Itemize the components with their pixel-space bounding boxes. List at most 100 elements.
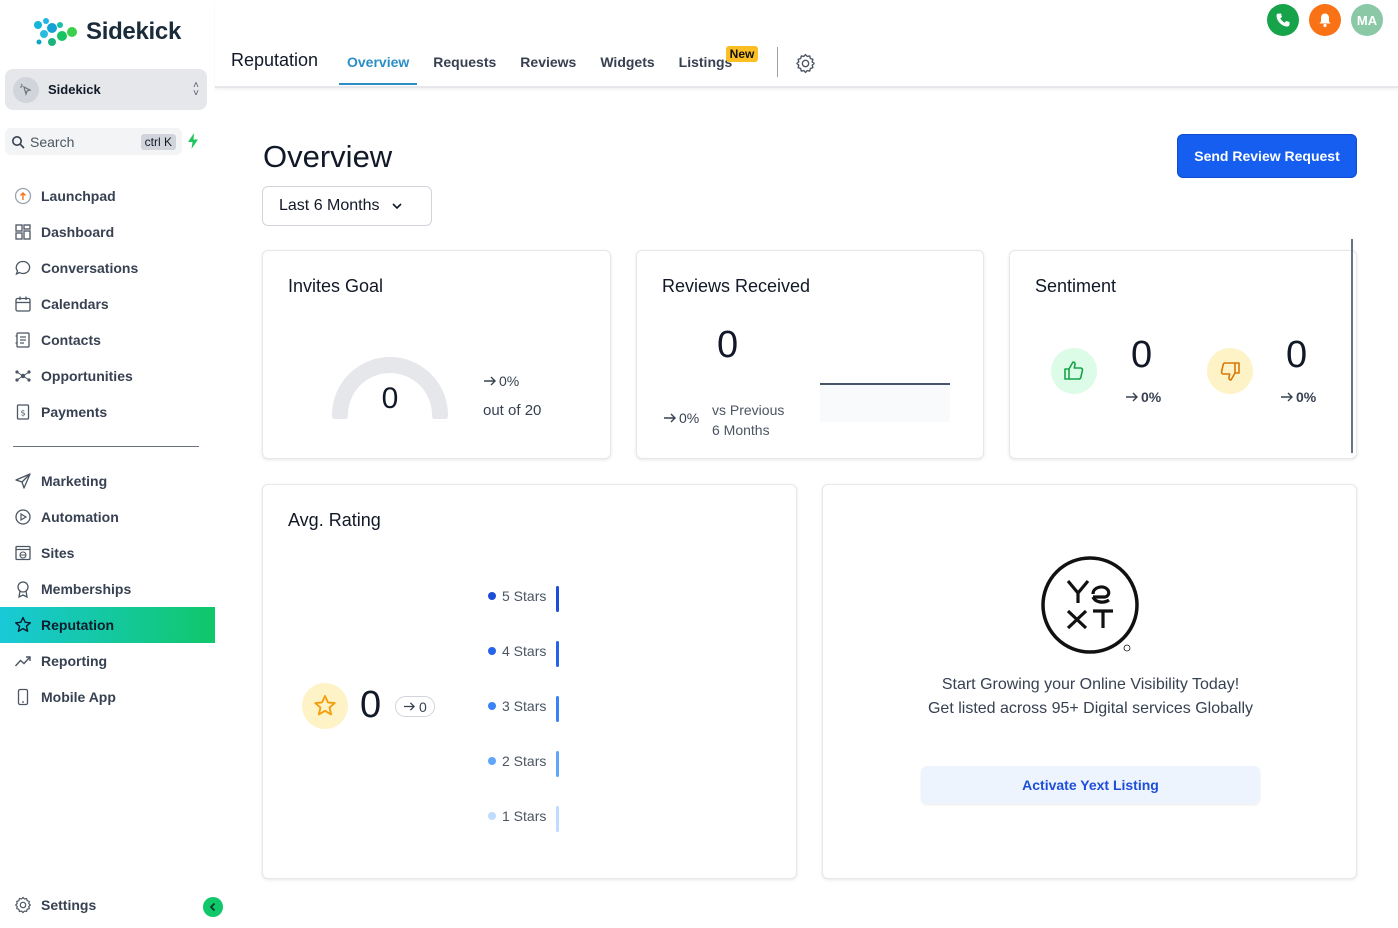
sidebar-item-label: Automation [41, 509, 119, 525]
positive-sentiment-value: 0 [1131, 334, 1153, 376]
legend-dot [488, 592, 496, 600]
notifications-button[interactable] [1309, 4, 1341, 36]
automation-icon [13, 508, 32, 527]
sidebar-item-contacts[interactable]: Contacts [0, 322, 215, 358]
rating-row-label: 1 Stars [502, 808, 547, 824]
sidebar-item-launchpad[interactable]: Launchpad [0, 178, 215, 214]
sidebar: Sidekick Sidekick ˄ ˅ Search ctrl K Launc… [0, 0, 223, 928]
activate-yext-listing-button[interactable]: Activate Yext Listing [921, 766, 1260, 804]
reviews-sparkline [820, 383, 950, 422]
rating-row-2: 2 Stars [488, 751, 559, 777]
rating-star-badge [302, 683, 348, 729]
sidebar-item-marketing[interactable]: Marketing [0, 463, 215, 499]
account-avatar [13, 76, 39, 103]
yext-logo [1041, 556, 1139, 654]
tab-bar: Overview Requests Reviews Widgets Listin… [339, 46, 788, 85]
sidebar-item-reporting[interactable]: Reporting [0, 643, 215, 679]
card-title: Sentiment [1035, 276, 1117, 296]
invites-goal-value: 0 [381, 382, 399, 415]
sidebar-item-settings[interactable]: Settings [0, 887, 215, 923]
dashboard-icon [13, 223, 32, 242]
tab-reviews[interactable]: Reviews [512, 46, 584, 85]
star-icon [314, 695, 336, 716]
scrollbar[interactable] [1351, 239, 1353, 453]
account-switcher[interactable]: Sidekick ˄ ˅ [5, 69, 207, 110]
tab-requests[interactable]: Requests [425, 46, 504, 85]
rating-row-label: 5 Stars [502, 588, 547, 604]
phone-button[interactable] [1267, 4, 1299, 36]
chevron-left-icon [209, 902, 216, 912]
positive-sentiment-badge [1051, 348, 1097, 394]
reviews-received-card: Reviews Received 0 0% vs Previous 6 Mont… [636, 250, 984, 459]
rating-row-label: 4 Stars [502, 643, 547, 659]
sidebar-nav-primary: Launchpad Dashboard Conversations Calend… [0, 178, 215, 430]
sidebar-item-label: Payments [41, 404, 108, 420]
brand-logo[interactable]: Sidekick [32, 16, 181, 48]
date-range-value: Last 6 Months [279, 197, 380, 214]
sidebar-item-mobile-app[interactable]: Mobile App [0, 679, 215, 715]
legend-dot [488, 757, 496, 765]
top-header: Reputation Overview Requests Reviews Wid… [215, 0, 1398, 88]
card-title: Invites Goal [288, 276, 384, 296]
payments-icon: $ [13, 403, 32, 422]
rating-bar [556, 586, 559, 612]
card-title: Reviews Received [662, 276, 811, 296]
avg-rating-card: Avg. Rating 0 0 5 Stars 4 Stars 3 Stars [262, 484, 797, 879]
chat-icon [13, 259, 32, 278]
cursor-click-icon [20, 83, 32, 96]
arrow-right-icon [1126, 392, 1138, 402]
sidebar-divider [13, 446, 199, 447]
search-input[interactable]: Search ctrl K [5, 128, 182, 155]
rating-row-3: 3 Stars [488, 696, 559, 722]
sidebar-item-opportunities[interactable]: Opportunities [0, 358, 215, 394]
sidebar-item-label: Launchpad [41, 188, 116, 204]
sidebar-item-sites[interactable]: Sites [0, 535, 215, 571]
sidebar-item-calendars[interactable]: Calendars [0, 286, 215, 322]
rating-bar [556, 751, 559, 777]
gear-icon [13, 896, 32, 915]
sidebar-item-label: Contacts [41, 332, 101, 348]
lightning-icon[interactable] [184, 132, 202, 150]
yext-pitch-line-2: Get listed across 95+ Digital services G… [927, 700, 1254, 717]
sidekick-logo-icon [34, 18, 77, 46]
invites-out-of: out of 20 [483, 402, 542, 419]
date-range-select[interactable]: Last 6 Months [262, 186, 432, 226]
reputation-settings-gear-icon[interactable] [795, 53, 816, 74]
negative-change: 0% [1280, 389, 1316, 405]
sidebar-item-memberships[interactable]: Memberships [0, 571, 215, 607]
sites-icon [13, 544, 32, 563]
tab-widgets[interactable]: Widgets [592, 46, 662, 85]
tab-label: Reviews [520, 54, 577, 70]
new-badge: New [725, 46, 759, 62]
tab-listings[interactable]: Listings New [671, 46, 781, 85]
legend-dot [488, 702, 496, 710]
sidebar-item-reputation[interactable]: Reputation [0, 607, 215, 643]
app-root: Sidekick Sidekick ˄ ˅ Search ctrl K Launc… [0, 0, 1398, 928]
user-avatar[interactable]: MA [1351, 4, 1383, 36]
sidebar-item-label: Conversations [41, 260, 139, 276]
chevron-updown-icon: ˄ ˅ [193, 79, 199, 99]
account-name: Sidekick [48, 82, 101, 97]
sentiment-card: Sentiment 0 0% 0 0% [1009, 239, 1357, 459]
send-review-request-button[interactable]: Send Review Request [1177, 134, 1357, 178]
tab-label: Widgets [600, 54, 655, 70]
sidebar-item-label: Calendars [41, 296, 109, 312]
sidebar-item-label: Memberships [41, 581, 132, 597]
sidebar-item-payments[interactable]: $ Payments [0, 394, 215, 430]
contacts-icon [13, 331, 32, 350]
collapse-sidebar-button[interactable] [203, 897, 223, 917]
sidebar-item-label: Reporting [41, 653, 108, 669]
tab-separator [777, 47, 778, 77]
legend-dot [488, 647, 496, 655]
sidebar-item-automation[interactable]: Automation [0, 499, 215, 535]
tab-overview[interactable]: Overview [339, 46, 418, 85]
sidebar-item-label: Mobile App [41, 689, 116, 705]
sidebar-item-dashboard[interactable]: Dashboard [0, 214, 215, 250]
sidebar-item-conversations[interactable]: Conversations [0, 250, 215, 286]
invites-goal-card: Invites Goal 0 0% out of 20 [262, 250, 611, 459]
negative-sentiment-badge [1207, 348, 1253, 394]
rating-bar [556, 696, 559, 722]
chevron-down-icon [391, 203, 402, 210]
yext-listing-card: Start Growing your Online Visibility Tod… [822, 484, 1357, 879]
rating-row-1: 1 Stars [488, 806, 559, 832]
